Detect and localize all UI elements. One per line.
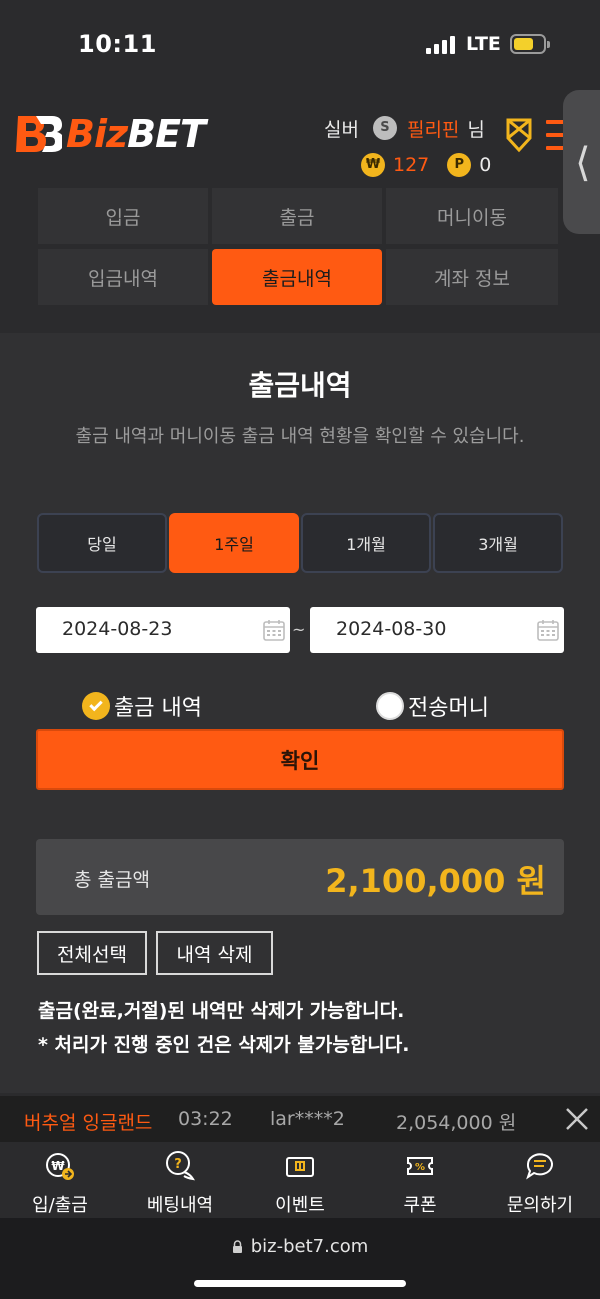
option-label: 출금 내역 [114,696,202,721]
point-balance: 0 [479,154,492,176]
winner-ticker: 버추얼 잉글랜드 03:22 lar****2 2,054,000 원 [0,1096,600,1142]
option-withdraw-history[interactable]: 출금 내역 [82,690,202,722]
page-title: 출금내역 [248,369,352,402]
logo-mark-icon [16,116,62,152]
tab-deposit-history[interactable]: 입금내역 [38,249,208,305]
tab-withdraw[interactable]: 출금 [212,188,382,244]
nav-label: 입/출금 [32,1195,88,1216]
delete-history-button[interactable]: 내역 삭제 [156,931,273,975]
calendar-icon[interactable] [536,618,560,642]
period-today-button[interactable]: 당일 [37,513,167,573]
tab-money-transfer[interactable]: 머니이동 [386,188,558,244]
chevron-left-icon: ⟨ [575,140,591,186]
total-withdraw-box: 총 출금액 2,100,000 원 [36,839,564,915]
deposit-withdraw-icon: ₩ [46,1153,74,1180]
nav-event[interactable]: 이벤트 [240,1142,360,1218]
notice-line: * 처리가 진행 중인 건은 삭제가 불가능합니다. [38,1034,410,1056]
battery-icon [510,34,550,54]
date-from-value: 2024-08-23 [62,618,173,640]
ticker-time: 03:22 [178,1108,233,1130]
screen: 10:11 LTE BizBET 실버 S 필리핀 님 ₩ 127 P 0 ⟨ … [0,0,600,1299]
nav-label: 이벤트 [275,1195,325,1216]
status-bar: 10:11 LTE [0,0,600,88]
close-icon[interactable] [562,1104,592,1134]
nav-deposit-withdraw[interactable]: ₩ 입/출금 [0,1142,120,1218]
home-indicator[interactable] [194,1280,406,1287]
date-to-value: 2024-08-30 [336,618,447,640]
period-3month-button[interactable]: 3개월 [433,513,563,573]
total-label: 총 출금액 [74,869,150,891]
period-1week-button[interactable]: 1주일 [169,513,299,573]
won-coin-icon: ₩ [361,153,385,177]
status-time: 10:11 [78,30,157,58]
url-text: biz-bet7.com [250,1236,369,1257]
browser-url-bar: biz-bet7.com [0,1218,600,1299]
nav-label: 문의하기 [506,1195,574,1216]
attendance-flag-icon[interactable] [502,116,536,156]
date-to-input[interactable]: 2024-08-30 [310,607,564,653]
date-from-input[interactable]: 2024-08-23 [36,607,290,653]
logo-text: BizBET [66,112,206,156]
user-rank: 실버 [324,118,359,141]
inquiry-icon [526,1153,553,1180]
silver-rank-icon: S [372,116,397,140]
total-value: 2,100,000 원 [325,862,546,900]
nav-coupon[interactable]: % 쿠폰 [360,1142,480,1218]
betting-history-icon: ? [166,1151,195,1181]
ticker-amount: 2,054,000 원 [396,1112,517,1134]
signal-icon [426,36,458,54]
svg-text:%: % [415,1162,425,1173]
notice-line: 출금(완료,거절)된 내역만 삭제가 가능합니다. [38,1000,405,1022]
user-name[interactable]: 필리핀 [407,115,459,142]
select-all-button[interactable]: 전체선택 [37,931,147,975]
period-1month-button[interactable]: 1개월 [301,513,431,573]
event-icon [286,1157,314,1177]
user-info: 실버 S 필리핀 님 [324,114,485,142]
date-separator: ~ [292,620,306,639]
side-panel-handle[interactable]: ⟨ [563,90,600,234]
option-transfer-money[interactable]: 전송머니 [376,690,489,722]
page-description: 출금 내역과 머니이동 출금 내역 현황을 확인할 수 있습니다. [75,426,525,447]
calendar-icon[interactable] [262,618,286,642]
tab-account-info[interactable]: 계좌 정보 [386,249,558,305]
radio-unchecked-icon [376,692,404,720]
svg-text:?: ? [174,1157,182,1172]
money-balance: 127 [393,154,430,176]
network-label: LTE [466,33,501,55]
wallet-info: ₩ 127 P 0 [361,152,491,178]
tab-withdraw-history[interactable]: 출금내역 [212,249,382,305]
url-display[interactable]: biz-bet7.com [0,1236,600,1257]
coupon-icon: % [407,1157,433,1175]
radio-checked-icon [82,692,110,720]
nav-label: 쿠폰 [403,1195,437,1216]
bottom-nav: ₩ 입/출금 ? 베팅내역 이벤트 % 쿠폰 문의하기 [0,1142,600,1218]
nav-label: 베팅내역 [146,1195,214,1216]
ticker-game: 버추얼 잉글랜드 [24,1112,153,1134]
confirm-button[interactable]: 확인 [36,729,564,790]
ticker-user: lar****2 [270,1108,345,1130]
nav-betting-history[interactable]: ? 베팅내역 [120,1142,240,1218]
point-coin-icon: P [447,153,472,177]
user-suffix: 님 [467,118,485,141]
tab-deposit[interactable]: 입금 [38,188,208,244]
lock-icon [232,1240,242,1253]
nav-inquiry[interactable]: 문의하기 [480,1142,600,1218]
option-label: 전송머니 [408,696,489,721]
